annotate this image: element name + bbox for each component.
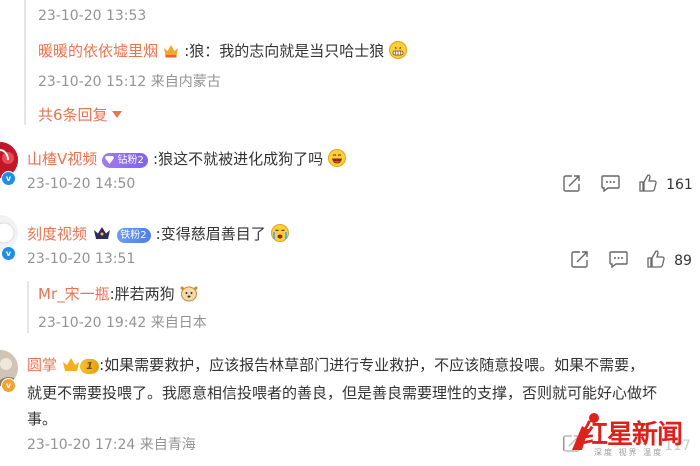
chevron-down-icon xyxy=(112,111,123,118)
like-icon xyxy=(639,174,657,192)
share-icon xyxy=(563,175,580,192)
comment-text: :狼这不就被进化成狗了吗 xyxy=(153,150,324,168)
comment-username[interactable]: 刻度视频 xyxy=(27,225,87,243)
share-button[interactable] xyxy=(563,175,581,192)
fan-badge: 1 xyxy=(80,359,100,374)
comment-time: 23-10-20 14:50 xyxy=(27,176,136,192)
reply-item: 暖暖的依依墟里烟 :狼：我的志向就是当只哈士狼 xyxy=(38,40,408,62)
comment-username[interactable]: 山楂V视频 xyxy=(27,150,97,168)
reply-text: :胖若两狗 xyxy=(109,285,175,303)
comment-header: 山楂V视频 钻粉2 :狼这不就被进化成狗了吗 xyxy=(27,148,347,169)
tears-emoji-icon xyxy=(270,224,289,242)
fan-badge-label: 铁粉2 xyxy=(120,230,147,241)
watermark-brand: 红星新闻 xyxy=(582,420,683,450)
reply-meta: 23-10-20 15:12 来自内蒙古 xyxy=(38,74,221,90)
comment-text: :变得慈眉善目了 xyxy=(155,225,266,243)
comment-header: 刻度视频 铁粉2 :变得慈眉善目了 xyxy=(27,223,289,245)
like-button[interactable]: 161 xyxy=(639,174,693,193)
reply-username[interactable]: Mr_宋一瓶 xyxy=(38,285,110,303)
verified-icon: v xyxy=(1,378,16,393)
fan-badge: 钻粉2 xyxy=(102,153,148,168)
comment-text-line: 就更不需要投喂了。我愿意相信投喂者的善良，但是善良需要理性的支撑，否则就可能好心… xyxy=(27,384,658,402)
fan-badge: 铁粉2 xyxy=(117,228,151,243)
reply-timestamp: 23-10-20 13:53 xyxy=(38,8,147,24)
reply-meta: 23-10-20 19:42 来自日本 xyxy=(38,315,207,331)
verified-icon: v xyxy=(1,246,16,261)
comment-text-line: 事。 xyxy=(27,410,58,428)
comment-header: 圆掌 1 :如果需要救护，应该报告林草部门进行专业救护，不应该随意投喂。如果不需要… xyxy=(27,354,644,376)
reply-thread-line xyxy=(27,281,29,333)
like-icon xyxy=(647,250,665,268)
laugh-emoji-icon xyxy=(328,149,347,167)
share-icon xyxy=(571,251,588,268)
comment-meta: 23-10-20 17:24 来自青海 xyxy=(27,437,196,453)
like-count: 89 xyxy=(674,253,692,269)
reply-username[interactable]: 暖暖的依依墟里烟 xyxy=(38,42,158,60)
fan-crown-icon xyxy=(163,43,179,62)
comment-icon xyxy=(609,251,628,268)
fan-badge-label: 1 xyxy=(86,361,94,372)
verified-icon: v xyxy=(1,171,16,186)
grin-emoji-icon xyxy=(389,41,408,59)
comment-button[interactable] xyxy=(609,251,628,268)
comment-text: :如果需要救护，应该报告林草部门进行专业救护，不应该随意投喂。如果不需要， xyxy=(99,356,645,374)
comment-icon xyxy=(601,175,620,192)
comment-username[interactable]: 圆掌 xyxy=(27,356,57,374)
fan-badge-label: 钻粉2 xyxy=(117,155,144,166)
crown-icon xyxy=(62,357,80,376)
crown-icon xyxy=(92,225,112,245)
like-count: 161 xyxy=(666,177,693,193)
share-button[interactable] xyxy=(571,251,589,268)
more-replies-label: 共6条回复 xyxy=(38,106,108,124)
comment-button[interactable] xyxy=(601,175,620,192)
comment-time: 23-10-20 13:51 xyxy=(27,251,136,267)
reply-text: :狼：我的志向就是当只哈士狼 xyxy=(184,42,385,60)
hongxing-news-watermark: 红星新闻 深度 视界 温度 xyxy=(564,400,700,462)
like-button[interactable]: 89 xyxy=(647,250,692,269)
dog-emoji-icon xyxy=(180,284,198,302)
watermark-subtitle: 深度 视界 温度 xyxy=(594,448,664,457)
reply-item: Mr_宋一瓶:胖若两狗 xyxy=(38,283,198,304)
reply-thread-line xyxy=(24,0,26,125)
more-replies-link[interactable]: 共6条回复 xyxy=(38,104,123,125)
